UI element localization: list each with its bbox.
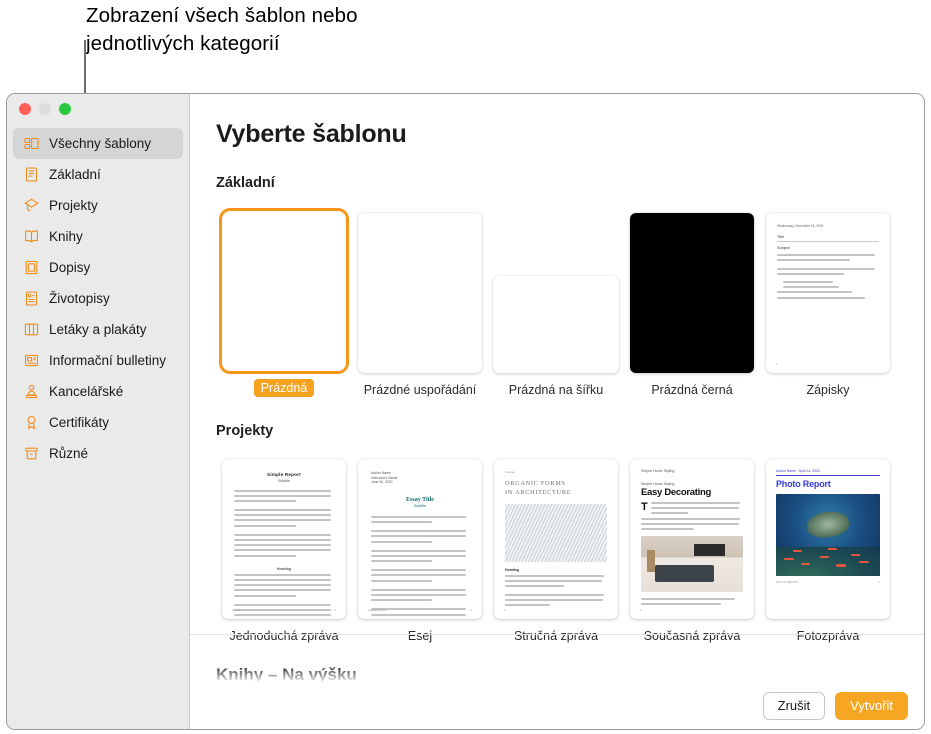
window-controls — [19, 103, 71, 115]
cancel-button[interactable]: Zrušit — [763, 692, 826, 720]
sidebar-item-4[interactable]: Dopisy — [13, 252, 183, 283]
sidebar-item-label: Různé — [49, 446, 88, 461]
sidebar-item-label: Základní — [49, 167, 101, 182]
all-templates-icon — [23, 135, 40, 152]
section-title-books-portrait: Knihy – Na výšku — [216, 665, 924, 685]
template-thumbnail-wrap: Simple Home StylingSimple Home StylingEa… — [630, 451, 754, 619]
template-name: Stručná zpráva — [514, 629, 598, 643]
template-card[interactable]: Wednesday, December 18, 2019TitleSubject… — [760, 205, 896, 397]
template-thumbnail-wrap: CourseORGANIC FORMSIN ARCHITECTUREHeadin… — [494, 451, 618, 619]
page-title: Vyberte šablonu — [216, 120, 924, 149]
sidebar-item-7[interactable]: Informační bulletiny — [13, 345, 183, 376]
template-name: Jednoduchá zpráva — [229, 629, 338, 643]
sidebar-item-10[interactable]: Různé — [13, 438, 183, 469]
template-name: Současná zpráva — [644, 629, 741, 643]
template-thumbnail-wrap — [493, 205, 619, 373]
template-name: Fotozpráva — [797, 629, 860, 643]
sidebar-item-label: Certifikáty — [49, 415, 109, 430]
sidebar-item-label: Všechny šablony — [49, 136, 151, 151]
callout-line-1: Zobrazení všech šablon nebo — [86, 2, 506, 30]
sidebar-item-9[interactable]: Certifikáty — [13, 407, 183, 438]
sidebar-item-2[interactable]: Projekty — [13, 190, 183, 221]
sidebar-item-label: Informační bulletiny — [49, 353, 166, 368]
template-thumbnail-wrap: Author Name · April 14, 2020Photo Report… — [766, 451, 890, 619]
template-row-projects: Simple ReportSubtitleHeadingFooter1 Jedno… — [216, 451, 924, 643]
template-thumbnail[interactable]: Simple ReportSubtitleHeadingFooter1 — [222, 459, 346, 619]
callout-line-2: jednotlivých kategorií — [86, 30, 506, 58]
template-thumbnail[interactable]: Author NameInstructor's NameJune 30, 202… — [358, 459, 482, 619]
sidebar-item-label: Životopisy — [49, 291, 110, 306]
template-thumbnail[interactable]: Author Name · April 14, 2020Photo Report… — [766, 459, 890, 619]
section-divider — [190, 634, 924, 635]
template-card[interactable]: Author Name · April 14, 2020Photo Report… — [760, 451, 896, 643]
stationery-icon — [23, 383, 40, 400]
create-button[interactable]: Vytvořit — [835, 692, 908, 720]
template-card[interactable]: Simple Home StylingSimple Home StylingEa… — [624, 451, 760, 643]
zoom-button[interactable] — [59, 103, 71, 115]
sidebar-item-label: Projekty — [49, 198, 98, 213]
template-thumbnail[interactable]: CourseORGANIC FORMSIN ARCHITECTUREHeadin… — [494, 459, 618, 619]
template-thumbnail-wrap — [630, 205, 754, 373]
template-thumbnail[interactable] — [222, 211, 346, 371]
certificates-icon — [23, 414, 40, 431]
template-name: Prázdná — [254, 379, 315, 397]
template-name: Prázdné uspořádání — [364, 383, 477, 397]
template-card[interactable]: Prázdné uspořádání — [352, 205, 488, 397]
template-thumbnail[interactable] — [358, 213, 482, 373]
template-thumbnail[interactable]: Simple Home StylingSimple Home StylingEa… — [630, 459, 754, 619]
template-card[interactable]: Author NameInstructor's NameJune 30, 202… — [352, 451, 488, 643]
sidebar-item-label: Kancelářské — [49, 384, 123, 399]
template-chooser-window: Všechny šablony Základní Projekty Knihy Dopi… — [6, 93, 925, 730]
template-row-basic: Prázdná Prázdné uspořádání Prázdná na šířk… — [216, 203, 924, 397]
main-content: Vyberte šablonu Základní Prázdná Prázdné … — [190, 94, 924, 729]
projects-icon — [23, 197, 40, 214]
books-icon — [23, 228, 40, 245]
sidebar-item-0[interactable]: Všechny šablony — [13, 128, 183, 159]
template-name: Zápisky — [806, 383, 849, 397]
template-name: Prázdná černá — [651, 383, 732, 397]
section-title-projects: Projekty — [216, 423, 924, 439]
sidebar-item-6[interactable]: Letáky a plakáty — [13, 314, 183, 345]
template-thumbnail-wrap: Simple ReportSubtitleHeadingFooter1 — [222, 451, 346, 619]
sidebar-item-3[interactable]: Knihy — [13, 221, 183, 252]
sidebar-item-label: Letáky a plakáty — [49, 322, 147, 337]
callout-annotation: Zobrazení všech šablon nebo jednotlivých… — [86, 2, 506, 58]
newsletters-icon — [23, 352, 40, 369]
template-card[interactable]: Prázdná na šířku — [488, 205, 624, 397]
template-name: Prázdná na šířku — [509, 383, 604, 397]
flyers-posters-icon — [23, 321, 40, 338]
template-thumbnail[interactable] — [493, 276, 619, 373]
template-card[interactable]: Prázdná — [216, 203, 352, 397]
dialog-action-bar: Zrušit Vytvořit — [190, 683, 924, 729]
close-button[interactable] — [19, 103, 31, 115]
sidebar: Všechny šablony Základní Projekty Knihy Dopi… — [7, 94, 190, 729]
basic-icon — [23, 166, 40, 183]
sidebar-item-5[interactable]: Životopisy — [13, 283, 183, 314]
sidebar-item-1[interactable]: Základní — [13, 159, 183, 190]
sidebar-item-label: Dopisy — [49, 260, 90, 275]
template-card[interactable]: Simple ReportSubtitleHeadingFooter1 Jedno… — [216, 451, 352, 643]
template-thumbnail-wrap — [222, 203, 346, 371]
template-thumbnail-wrap: Wednesday, December 18, 2019TitleSubject… — [766, 205, 890, 373]
template-thumbnail-wrap — [358, 205, 482, 373]
letters-icon — [23, 259, 40, 276]
misc-icon — [23, 445, 40, 462]
template-thumbnail[interactable] — [630, 213, 754, 373]
sidebar-item-8[interactable]: Kancelářské — [13, 376, 183, 407]
template-thumbnail-wrap: Author NameInstructor's NameJune 30, 202… — [358, 451, 482, 619]
template-card[interactable]: Prázdná černá — [624, 205, 760, 397]
template-name: Esej — [408, 629, 432, 643]
sidebar-category-list: Všechny šablony Základní Projekty Knihy Dopi… — [7, 128, 189, 469]
resumes-icon — [23, 290, 40, 307]
section-title-basic: Základní — [216, 175, 924, 191]
template-card[interactable]: CourseORGANIC FORMSIN ARCHITECTUREHeadin… — [488, 451, 624, 643]
minimize-button[interactable] — [39, 103, 51, 115]
template-thumbnail[interactable]: Wednesday, December 18, 2019TitleSubject… — [766, 213, 890, 373]
sidebar-item-label: Knihy — [49, 229, 83, 244]
